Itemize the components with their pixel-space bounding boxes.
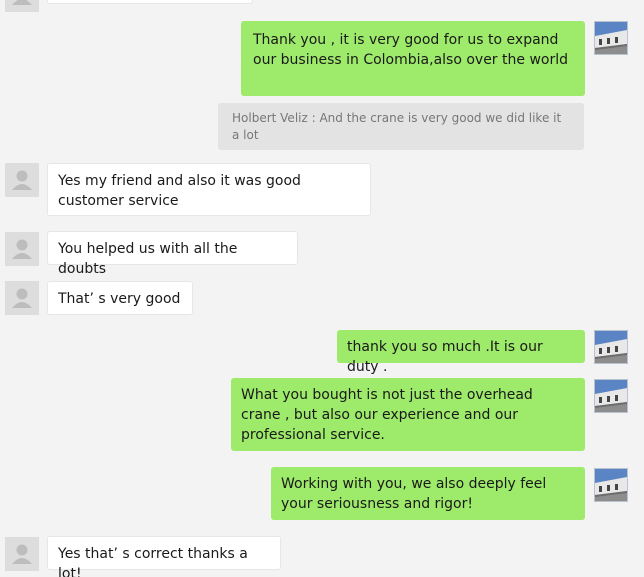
building-photo-icon: [595, 469, 627, 501]
message-bubble-outgoing[interactable]: What you bought is not just the overhead…: [231, 378, 585, 451]
contact-avatar[interactable]: [5, 232, 39, 266]
contact-avatar[interactable]: [5, 281, 39, 315]
building-photo-icon: [595, 331, 627, 363]
my-avatar[interactable]: [594, 330, 628, 364]
my-avatar[interactable]: [594, 21, 628, 55]
building-photo-icon: [595, 380, 627, 412]
message-bubble-outgoing[interactable]: Working with you, we also deeply feel yo…: [271, 467, 585, 520]
contact-avatar[interactable]: [5, 163, 39, 197]
my-avatar[interactable]: [594, 379, 628, 413]
contact-avatar[interactable]: [5, 537, 39, 571]
message-bubble-incoming[interactable]: You helped us with all the doubts: [47, 231, 298, 277]
contact-avatar[interactable]: [5, 0, 39, 12]
quoted-message[interactable]: Holbert Veliz : And the crane is very go…: [218, 103, 584, 150]
message-bubble-outgoing[interactable]: Thank you , it is very good for us to ex…: [241, 21, 585, 96]
message-bubble-incoming[interactable]: Yes my friend and also it was good custo…: [47, 163, 371, 216]
default-user-avatar-icon: [12, 544, 32, 564]
my-avatar[interactable]: [594, 468, 628, 502]
message-bubble-incoming[interactable]: That’ s very good: [47, 281, 193, 315]
default-user-avatar-icon: [12, 288, 32, 308]
message-bubble-incoming-partial[interactable]: [47, 0, 253, 4]
default-user-avatar-icon: [12, 0, 32, 5]
default-user-avatar-icon: [12, 170, 32, 190]
message-bubble-outgoing[interactable]: thank you so much .It is our duty .: [337, 330, 585, 375]
chat-message-list[interactable]: Thank you , it is very good for us to ex…: [0, 0, 644, 577]
message-bubble-incoming[interactable]: Yes that’ s correct thanks a lot!: [47, 536, 281, 577]
default-user-avatar-icon: [12, 239, 32, 259]
building-photo-icon: [595, 22, 627, 54]
